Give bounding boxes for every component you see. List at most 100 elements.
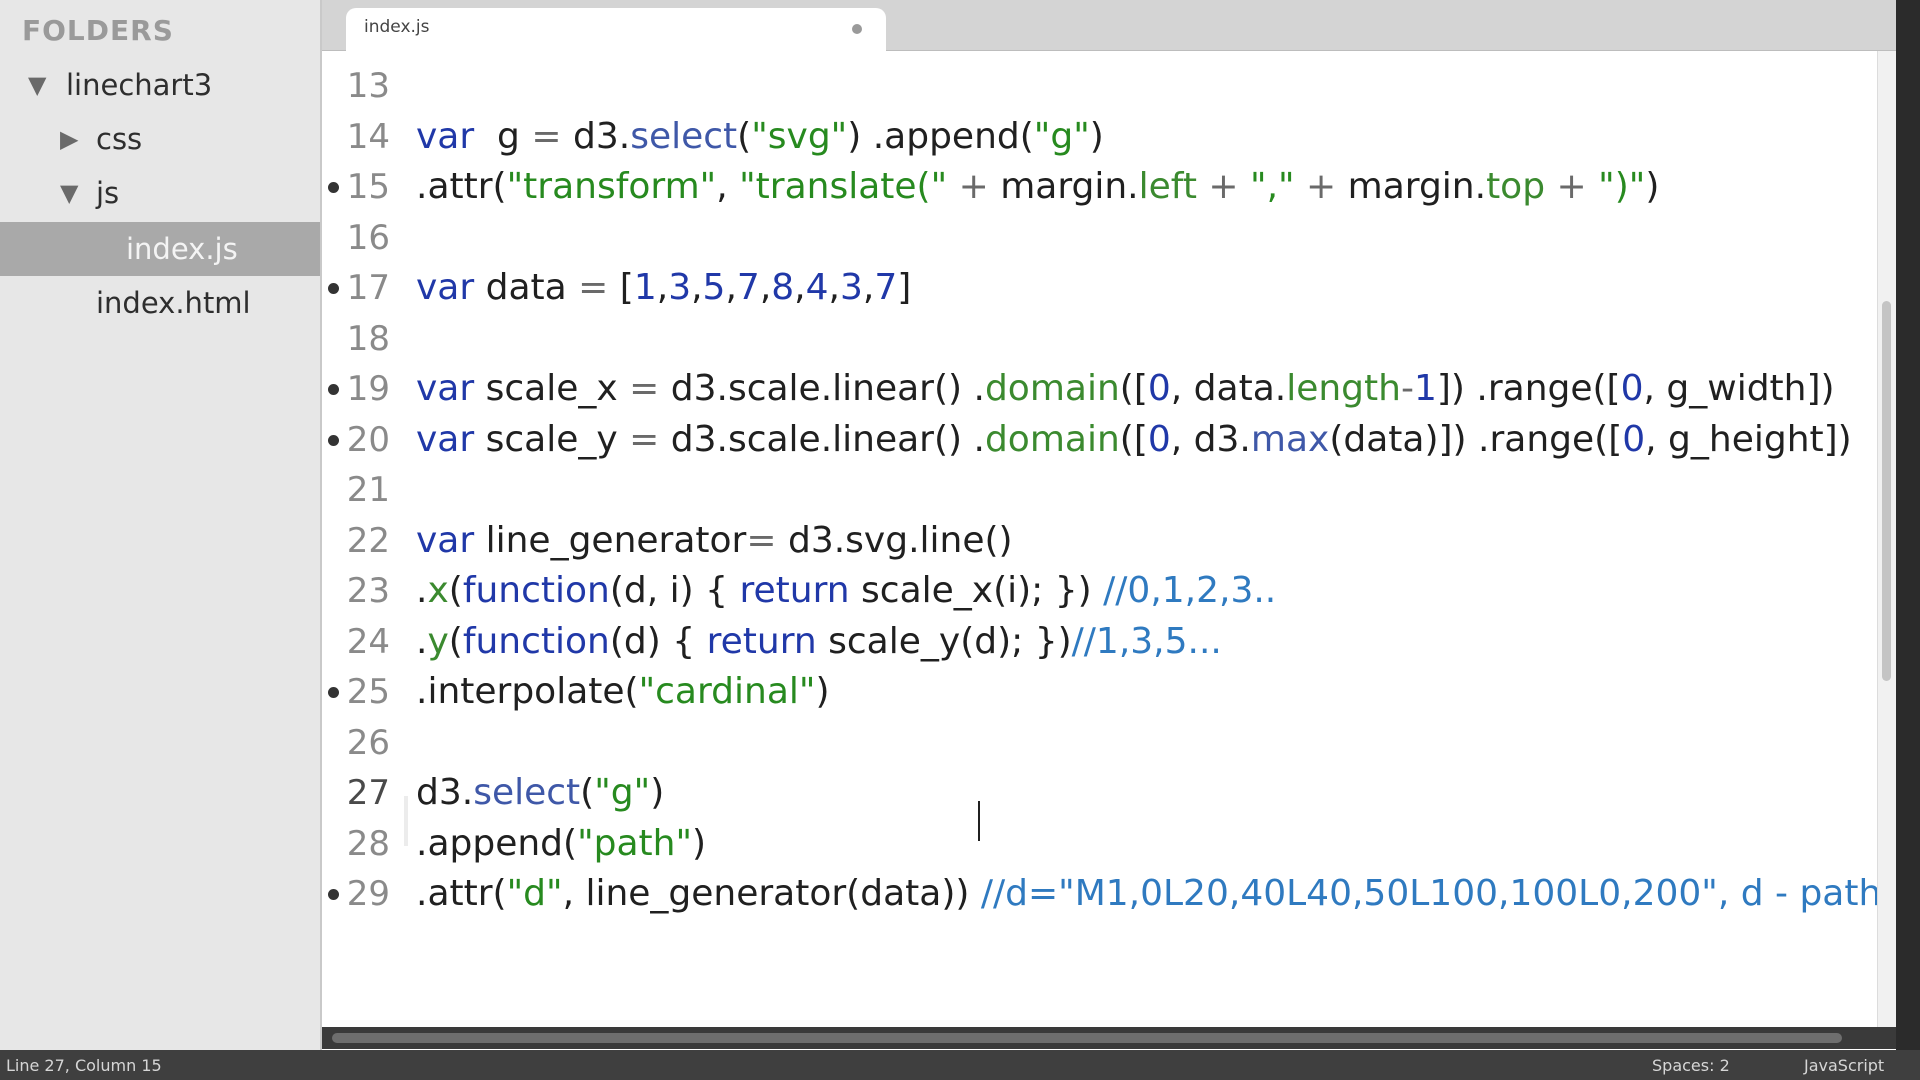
breakpoint-dot-icon[interactable] xyxy=(328,889,339,900)
text-cursor xyxy=(978,801,980,841)
code-token: 0 xyxy=(1147,368,1171,409)
horizontal-scroll-thumb[interactable] xyxy=(332,1033,1842,1043)
code-token: ( xyxy=(448,570,463,611)
code-token: 0 xyxy=(1622,419,1646,460)
line-number-gutter: 13 14 15 16 17 18 19 20 21 22 23 24 25 26 27 28 29 xyxy=(322,51,404,1027)
code-line[interactable]: var scale_y = d3.scale.linear() .domain(… xyxy=(416,415,1852,465)
code-token: . xyxy=(416,621,428,662)
tree-label: index.html xyxy=(96,286,251,320)
breakpoint-dot-icon[interactable] xyxy=(328,687,339,698)
breakpoint-dot-icon[interactable] xyxy=(328,283,339,294)
vertical-scrollbar[interactable] xyxy=(1877,51,1896,1027)
collapse-arrow-icon[interactable]: ▼ xyxy=(28,58,46,112)
code-token: 4 xyxy=(805,267,829,308)
code-token: scale_y(d); }) xyxy=(816,621,1072,662)
code-line[interactable]: .attr("d", line_generator(data)) //d="M1… xyxy=(416,869,1896,919)
code-token: //1,3,5... xyxy=(1071,621,1222,662)
code-line[interactable]: var scale_x = d3.scale.linear() .domain(… xyxy=(416,364,1835,414)
code-line[interactable]: d3.select("g") xyxy=(416,768,664,818)
tree-file-index-html[interactable]: index.html xyxy=(0,276,320,330)
code-token: scale_x xyxy=(474,368,630,409)
code-token: .attr( xyxy=(416,166,507,207)
indentation-setting[interactable]: Spaces: 2 xyxy=(1652,1056,1730,1075)
code-token: , xyxy=(794,267,806,308)
code-token: ) xyxy=(1089,116,1104,157)
code-line[interactable]: .attr("transform", "translate(" + margin… xyxy=(416,162,1659,212)
folders-header: FOLDERS xyxy=(22,14,174,47)
code-token: .attr( xyxy=(416,873,507,914)
code-token: ) xyxy=(1645,166,1660,207)
sidebar: FOLDERS ▼ linechart3 ▶ css ▼ js index.js… xyxy=(0,0,322,1050)
code-token: var xyxy=(416,267,475,308)
collapse-arrow-icon[interactable]: ▼ xyxy=(60,166,78,220)
expand-arrow-icon[interactable]: ▶ xyxy=(60,112,78,166)
code-line[interactable]: var data = [1,3,5,7,8,4,3,7] xyxy=(416,263,911,313)
tree-folder-linechart3[interactable]: ▼ linechart3 xyxy=(0,58,320,112)
code-token: , d3. xyxy=(1170,419,1251,460)
horizontal-scrollbar[interactable] xyxy=(322,1027,1896,1049)
breakpoint-dot-icon[interactable] xyxy=(328,384,339,395)
code-token: scale_x(i); }) xyxy=(849,570,1104,611)
code-token: margin. xyxy=(1336,166,1487,207)
code-token: top xyxy=(1486,166,1546,207)
code-token: ")" xyxy=(1598,166,1646,207)
code-token: max xyxy=(1250,419,1330,460)
code-line[interactable]: .append("path") xyxy=(416,819,706,869)
code-line[interactable]: .interpolate("cardinal") xyxy=(416,667,830,717)
code-token: select xyxy=(473,772,581,813)
line-number: 14 xyxy=(346,117,390,157)
code-token: 3 xyxy=(839,267,863,308)
code-token: ( xyxy=(580,772,595,813)
code-line[interactable]: var g = d3.select("svg") .append("g") xyxy=(416,112,1104,162)
status-bar: Line 27, Column 15 Spaces: 2 JavaScript xyxy=(0,1050,1920,1080)
syntax-mode[interactable]: JavaScript xyxy=(1804,1056,1884,1075)
unsaved-dot-icon[interactable] xyxy=(852,24,862,34)
tree-folder-js[interactable]: ▼ js xyxy=(0,166,320,220)
code-token: g xyxy=(474,116,532,157)
tree-label: index.js xyxy=(126,232,238,266)
line-number: 24 xyxy=(346,622,390,662)
code-line[interactable]: .x(function(d, i) { return scale_x(i); }… xyxy=(416,566,1276,616)
code-token: , line_generator(data)) xyxy=(562,873,981,914)
tree-folder-css[interactable]: ▶ css xyxy=(0,112,320,166)
code-token: ) xyxy=(650,772,665,813)
code-line[interactable]: .y(function(d) { return scale_y(d); })//… xyxy=(416,617,1222,667)
code-token: , xyxy=(759,267,772,308)
code-token: left xyxy=(1138,166,1197,207)
code-token: + xyxy=(1556,166,1587,207)
code-token: "d" xyxy=(506,873,563,914)
tree-file-index-js[interactable]: index.js xyxy=(0,222,320,276)
code-token: function xyxy=(462,621,610,662)
code-token: .interpolate( xyxy=(416,671,639,712)
code-token: , g_height]) xyxy=(1645,419,1852,460)
code-token: scale_y xyxy=(474,419,630,460)
code-token: "cardinal" xyxy=(638,671,816,712)
code-token: d3. xyxy=(416,772,474,813)
code-token: (d, i) { xyxy=(609,570,740,611)
code-token: length xyxy=(1286,368,1401,409)
code-token: 3 xyxy=(668,267,692,308)
code-token: "g" xyxy=(1033,116,1090,157)
code-editor[interactable]: 13 14 15 16 17 18 19 20 21 22 23 24 25 26 27 28 29 var g… xyxy=(322,51,1896,1027)
cursor-position: Line 27, Column 15 xyxy=(6,1056,162,1075)
scroll-thumb[interactable] xyxy=(1882,301,1891,681)
code-token: , xyxy=(716,166,740,207)
breakpoint-dot-icon[interactable] xyxy=(328,182,339,193)
breakpoint-dot-icon[interactable] xyxy=(328,435,339,446)
line-number: 21 xyxy=(346,470,390,510)
code-token: + xyxy=(1306,166,1337,207)
tab-index-js[interactable]: index.js xyxy=(346,8,886,51)
code-token: return xyxy=(706,621,817,662)
code-token: 7 xyxy=(874,267,898,308)
code-token: var xyxy=(416,520,475,561)
code-token: , xyxy=(862,267,875,308)
code-token: 5 xyxy=(702,267,726,308)
code-token: var xyxy=(416,368,475,409)
code-token: ) xyxy=(815,671,830,712)
code-token: = xyxy=(531,116,562,157)
code-line[interactable]: var line_generator= d3.svg.line() xyxy=(416,516,1013,566)
code-token: ) xyxy=(692,823,707,864)
code-token: //d="M1,0L20,40L40,50L100,100L0,200", d … xyxy=(980,873,1896,914)
code-token: , xyxy=(828,267,840,308)
